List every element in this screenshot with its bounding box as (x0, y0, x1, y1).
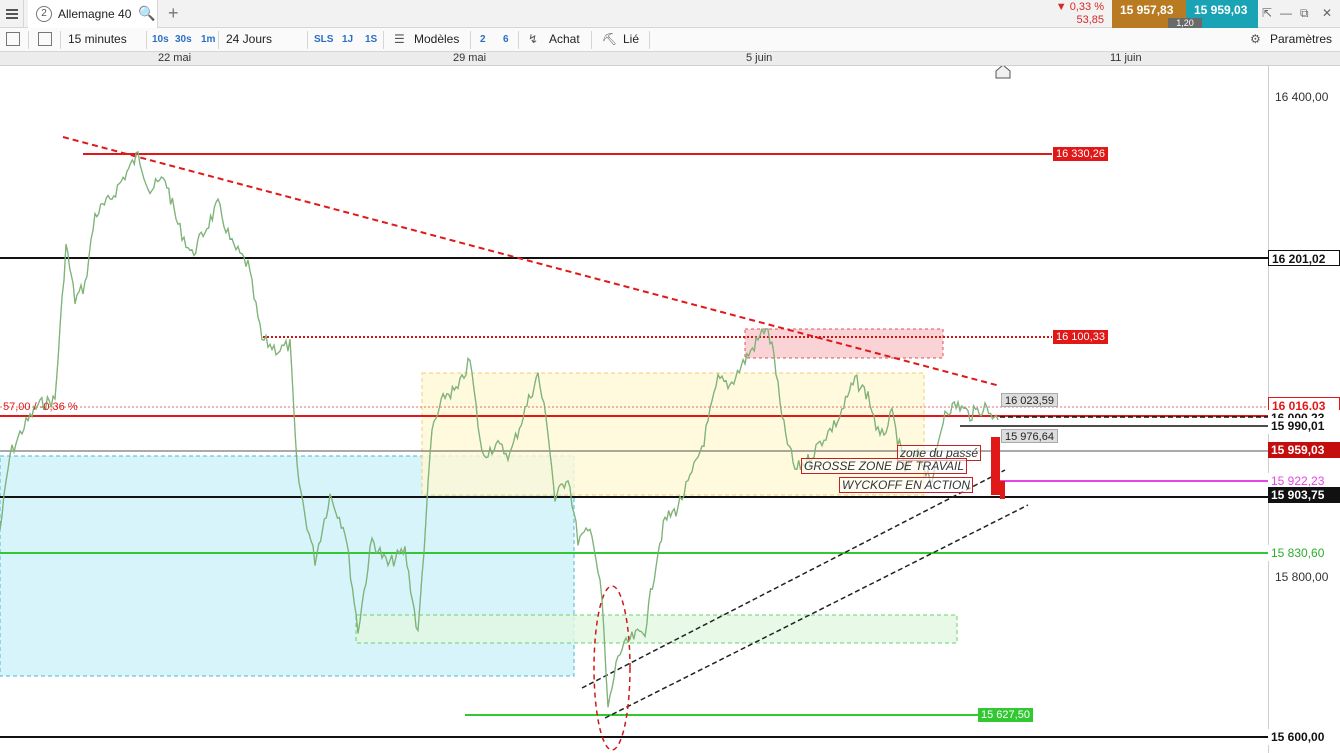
buy-ticket-icon[interactable]: ↯ (528, 32, 538, 46)
link-icon[interactable]: ⛏ (602, 32, 617, 46)
settings-button[interactable]: Paramètres (1270, 32, 1332, 46)
quick-10s[interactable]: 10s (152, 34, 169, 45)
period-select[interactable]: 24 Jours (226, 32, 272, 46)
axis-tag-15600: 15 600,00 (1268, 729, 1340, 745)
green-zone (355, 614, 958, 644)
ref-line-label: 57,00 / -0,36 % (3, 401, 78, 413)
axis-tag-15903: 15 903,75 (1268, 487, 1340, 503)
axis-tag-16201: 16 201,02 (1268, 250, 1340, 266)
date-label: 11 juin (1110, 52, 1142, 64)
quick-1m[interactable]: 1m (201, 34, 215, 45)
gear-icon[interactable]: ⚙ (1250, 32, 1261, 46)
period-1j[interactable]: 1J (342, 34, 353, 45)
period-sls[interactable]: SLS (314, 34, 333, 45)
position-marker[interactable] (991, 437, 1000, 495)
sell-price: 15 957,83 (1120, 3, 1174, 17)
axis-tick: 16 400,00 (1275, 90, 1329, 104)
minimize-icon[interactable]: — (1280, 6, 1292, 20)
level-label-15627: 15 627,50 (978, 708, 1033, 722)
date-axis: 22 mai 29 mai 5 juin 11 juin (0, 52, 1340, 66)
quick-30s[interactable]: 30s (175, 34, 192, 45)
hamburger-menu-icon[interactable] (0, 0, 24, 28)
level-label-16023: 16 023,59 (1001, 393, 1058, 407)
linked-button[interactable]: Lié (623, 32, 639, 46)
date-label: 29 mai (453, 52, 487, 64)
change-absolute: 53,85 (1076, 14, 1104, 26)
level-label-15976: 15 976,64 (1001, 429, 1058, 443)
position-marker-tail (1000, 481, 1005, 499)
layout-6[interactable]: 6 (503, 34, 509, 45)
axis-tag-15830: 15 830,60 (1268, 545, 1340, 561)
models-icon[interactable]: ☰ (394, 32, 405, 46)
close-icon[interactable]: ✕ (1322, 6, 1332, 20)
layout-2[interactable]: 2 (480, 34, 486, 45)
models-button[interactable]: Modèles (414, 32, 459, 46)
level-label-16100: 16 100,33 (1053, 330, 1108, 344)
tab-number-badge: 2 (36, 6, 52, 22)
price-chart[interactable] (0, 66, 1340, 753)
timeframe-select[interactable]: 15 minutes (68, 32, 127, 46)
level-label-16330: 16 330,26 (1053, 147, 1108, 161)
note-grosse-zone[interactable]: GROSSE ZONE DE TRAVAIL (801, 458, 968, 474)
date-label: 5 juin (746, 52, 773, 64)
change-box: ▼ 0,33 % 53,85 (1050, 0, 1108, 28)
scroll-home-icon[interactable] (995, 66, 1011, 79)
date-label: 22 mai (158, 52, 192, 64)
tab-title: Allemagne 40 (58, 7, 132, 21)
top-bar: 2 Allemagne 40 🔍 + ▼ 0,33 % 53,85 15 957… (0, 0, 1340, 29)
buy-button[interactable]: Achat (549, 32, 580, 46)
search-icon[interactable]: 🔍 (138, 5, 155, 22)
instrument-tab[interactable]: 2 Allemagne 40 🔍 (28, 0, 158, 28)
arrow-expand-icon[interactable]: ⇱ (1262, 6, 1272, 20)
layout-grid-icon[interactable] (38, 32, 52, 46)
change-percent: ▼ 0,33 % (1055, 1, 1104, 13)
axis-tag-current: 15 959,03 (1268, 442, 1340, 458)
axis-tag-15990: 15 990,01 (1268, 418, 1340, 434)
chart-toolbar: 15 minutes 10s 30s 1m 24 Jours SLS 1J 1S… (0, 28, 1340, 52)
low-highlight-ellipse[interactable] (593, 585, 631, 751)
uptrend-line-2[interactable] (604, 504, 1029, 719)
popout-icon[interactable]: ⧉ (1300, 6, 1309, 21)
buy-price: 15 959,03 (1194, 3, 1248, 17)
list-icon[interactable] (6, 32, 20, 46)
period-1s[interactable]: 1S (365, 34, 377, 45)
uptrend-line-1[interactable] (581, 469, 1006, 689)
note-wyckoff[interactable]: WYCKOFF EN ACTION (839, 477, 974, 493)
add-tab-icon[interactable]: + (168, 3, 179, 24)
downtrend-line[interactable] (62, 136, 1001, 387)
pink-resistance-zone (744, 328, 944, 359)
axis-tick: 15 800,00 (1275, 570, 1329, 584)
